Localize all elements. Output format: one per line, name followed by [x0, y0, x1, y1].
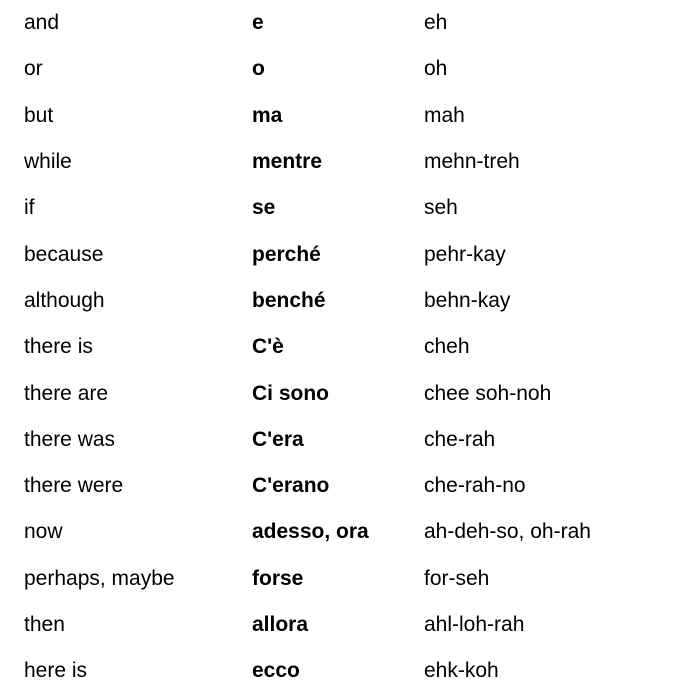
italian-word: C'erano	[252, 474, 330, 498]
english-word: now	[24, 520, 63, 544]
table-row: here is ecco ehk-koh	[16, 648, 684, 694]
english-word: or	[24, 57, 43, 81]
english-word: but	[24, 103, 54, 127]
pronunciation: ah-deh-so, oh-rah	[424, 520, 591, 544]
table-row: there were C'erano che-rah-no	[16, 463, 684, 509]
italian-word: allora	[252, 613, 309, 636]
table-row: and e eh	[16, 0, 684, 46]
pronunciation: mehn-treh	[424, 150, 520, 174]
table-row: there was C'era che-rah	[16, 417, 684, 463]
italian-word: forse	[252, 566, 304, 590]
italian-word: benché	[252, 288, 326, 312]
table-row: there is C'è cheh	[16, 324, 684, 370]
pronunciation: oh	[424, 57, 448, 81]
pronunciation: mah	[424, 103, 465, 127]
table-row: although benché behn-kay	[16, 278, 684, 324]
table-row: then allora ahl-loh-rah	[16, 602, 684, 648]
table-row: or o oh	[16, 46, 684, 92]
pronunciation: cheh	[424, 335, 470, 359]
vocabulary-table-body: and e eh or o oh but ma mah while mentre mehn-treh i…	[16, 0, 684, 694]
italian-word: ma	[252, 103, 283, 127]
english-word: there are	[24, 381, 109, 405]
italian-word: C'era	[252, 427, 304, 451]
italian-word: ecco	[252, 659, 300, 683]
table-row: now adesso, ora ah-deh-so, oh-rah	[16, 509, 684, 555]
pronunciation: seh	[424, 196, 458, 220]
english-word: there were	[24, 474, 124, 498]
italian-word: e	[252, 11, 264, 35]
pronunciation: ahl-loh-rah	[424, 613, 525, 636]
table-row: if se seh	[16, 185, 684, 231]
italian-word: o	[252, 57, 265, 81]
table-row: because perché pehr-kay	[16, 231, 684, 277]
italian-word: se	[252, 196, 276, 220]
pronunciation: for-seh	[424, 566, 490, 590]
pronunciation: che-rah	[424, 427, 496, 451]
italian-word: adesso, ora	[252, 520, 369, 544]
vocabulary-table: and e eh or o oh but ma mah while mentre mehn-treh i…	[16, 0, 684, 694]
table-row: perhaps, maybe forse for-seh	[16, 556, 684, 602]
italian-word: C'è	[252, 335, 284, 359]
italian-word: perché	[252, 242, 321, 266]
pronunciation: che-rah-no	[424, 474, 526, 498]
english-word: and	[24, 11, 60, 35]
english-word: there is	[24, 335, 93, 359]
pronunciation: chee soh-noh	[424, 381, 552, 405]
english-word: although	[24, 288, 105, 312]
english-word: while	[24, 150, 72, 174]
english-word: because	[24, 242, 104, 266]
english-word: then	[24, 613, 65, 636]
table-row: there are Ci sono chee soh-noh	[16, 370, 684, 416]
english-word: if	[24, 196, 35, 220]
pronunciation: ehk-koh	[424, 659, 499, 683]
pronunciation: eh	[424, 11, 448, 35]
table-row: but ma mah	[16, 93, 684, 139]
table-row: while mentre mehn-treh	[16, 139, 684, 185]
pronunciation: behn-kay	[424, 288, 511, 312]
pronunciation: pehr-kay	[424, 242, 506, 266]
italian-word: mentre	[252, 150, 323, 174]
english-word: here is	[24, 659, 88, 683]
english-word: there was	[24, 427, 116, 451]
english-word: perhaps, maybe	[24, 566, 175, 590]
italian-word: Ci sono	[252, 381, 329, 405]
